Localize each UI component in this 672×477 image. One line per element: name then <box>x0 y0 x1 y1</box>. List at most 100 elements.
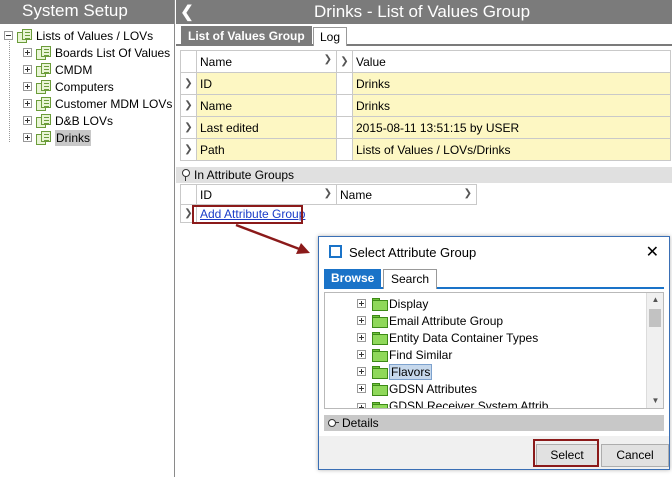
table-header-row: ID ❯ Name ❯ <box>180 184 477 205</box>
collapse-icon[interactable] <box>4 31 13 40</box>
expand-icon[interactable] <box>23 65 32 74</box>
expand-icon[interactable] <box>357 403 366 408</box>
details-section-header[interactable]: Details <box>324 415 664 431</box>
table-row[interactable]: ❯ Name Drinks <box>180 94 671 117</box>
row-header-cell <box>336 138 353 161</box>
lov-icon <box>36 96 52 111</box>
tree-item-label: Flavors <box>389 363 433 380</box>
tab-list-of-values-group[interactable]: List of Values Group <box>181 26 312 46</box>
tree-item-display[interactable]: Display <box>357 295 428 312</box>
folder-icon <box>372 332 388 345</box>
select-attribute-group-dialog: Select Attribute Group ✕ Browse Search D… <box>318 236 670 470</box>
tree-item-boards-list-of-values[interactable]: Boards List Of Values <box>23 44 170 61</box>
property-name: Path <box>196 138 337 161</box>
chevron-left-icon[interactable]: ❮ <box>180 2 194 22</box>
expand-icon[interactable] <box>357 333 366 342</box>
details-label: Details <box>342 416 379 430</box>
tree-item-label: GDSN Attributes <box>389 381 478 396</box>
close-icon[interactable]: ✕ <box>646 242 659 262</box>
folder-icon <box>372 383 388 396</box>
tree-item-customer-mdm-lovs[interactable]: Customer MDM LOVs <box>23 95 172 112</box>
dialog-title-bar[interactable]: Select Attribute Group ✕ <box>319 237 669 267</box>
row-header-cell <box>180 184 197 205</box>
tree-item-cmdm[interactable]: CMDM <box>23 61 92 78</box>
property-value[interactable]: 2015-08-11 13:51:15 by USER <box>352 116 671 139</box>
property-name: Name <box>196 94 337 117</box>
row-header-cell <box>336 94 353 117</box>
expand-icon[interactable] <box>357 367 366 376</box>
expand-icon[interactable] <box>23 48 32 57</box>
row-header-cell <box>336 116 353 139</box>
property-value[interactable]: Drinks <box>352 72 671 95</box>
expand-icon[interactable] <box>23 116 32 125</box>
row-selector[interactable]: ❯ <box>180 94 197 117</box>
tree-item-email-attribute-group[interactable]: Email Attribute Group <box>357 312 503 329</box>
tree-item-label: Drinks <box>55 129 92 146</box>
expand-icon[interactable] <box>23 133 32 142</box>
tree-guide-line <box>9 36 10 142</box>
row-selector[interactable]: ❯ <box>180 72 197 95</box>
folder-icon <box>372 315 388 328</box>
tab-browse[interactable]: Browse <box>324 269 382 289</box>
table-row[interactable]: ❯ ID Drinks <box>180 72 671 95</box>
attribute-groups-section-header[interactable]: In Attribute Groups <box>176 167 672 183</box>
expand-icon[interactable] <box>357 299 366 308</box>
scroll-thumb[interactable] <box>649 309 661 327</box>
column-header-label: Name <box>340 187 373 202</box>
lov-icon <box>36 130 52 145</box>
column-header-name[interactable]: Name ❯ <box>196 50 337 73</box>
lov-icon <box>36 62 52 77</box>
row-selector[interactable]: ❯ <box>180 138 197 161</box>
tree-item-gdsn-attributes[interactable]: GDSN Attributes <box>357 380 477 397</box>
pin-icon[interactable] <box>328 419 339 427</box>
expand-icon[interactable] <box>23 82 32 91</box>
tree-item-entity-data-container-types[interactable]: Entity Data Container Types <box>357 329 538 346</box>
lov-icon <box>36 45 52 60</box>
tree-item-find-similar[interactable]: Find Similar <box>357 346 452 363</box>
table-row[interactable]: ❯ Path Lists of Values / LOVs/Drinks <box>180 138 671 161</box>
tab-log[interactable]: Log <box>313 27 348 46</box>
scroll-up-icon[interactable]: ▲ <box>647 293 663 307</box>
highlight-box <box>533 439 599 467</box>
column-header-name[interactable]: Name ❯ <box>336 184 477 205</box>
tree-item-flavors[interactable]: Flavors <box>357 363 433 380</box>
property-value[interactable]: Lists of Values / LOVs/Drinks <box>352 138 671 161</box>
tree-item-label: Email Attribute Group <box>389 313 504 328</box>
dialog-footer: Select Cancel <box>319 436 669 469</box>
dialog-title: Select Attribute Group <box>349 245 477 260</box>
tree-item-gdsn-receiver[interactable]: GDSN Receiver System Attrib... <box>357 399 559 409</box>
chevron-right-icon: ❯ <box>463 188 472 199</box>
vertical-scrollbar[interactable]: ▲ ▼ <box>646 293 663 408</box>
editor-tabs: List of Values Group Log <box>176 24 672 46</box>
property-value[interactable]: Drinks <box>352 94 671 117</box>
tree-item-lists-of-values[interactable]: Lists of Values / LOVs <box>4 27 153 44</box>
row-header-cell: ❯ <box>336 50 353 73</box>
expand-icon[interactable] <box>357 384 366 393</box>
pin-icon[interactable] <box>181 169 190 181</box>
chevron-right-icon: ❯ <box>323 54 332 65</box>
scroll-down-icon[interactable]: ▼ <box>647 394 663 408</box>
property-name: Last edited <box>196 116 337 139</box>
cancel-button[interactable]: Cancel <box>601 444 669 467</box>
table-row[interactable]: ❯ Last edited 2015-08-11 13:51:15 by USE… <box>180 116 671 139</box>
tree-item-drinks[interactable]: Drinks <box>23 129 92 146</box>
editor-title: Drinks - List of Values Group <box>314 2 531 21</box>
expand-icon[interactable] <box>357 350 366 359</box>
column-header-value[interactable]: Value <box>352 50 671 73</box>
expand-icon[interactable] <box>357 316 366 325</box>
row-selector[interactable]: ❯ <box>180 116 197 139</box>
expand-icon[interactable] <box>23 99 32 108</box>
tree-item-computers[interactable]: Computers <box>23 78 114 95</box>
column-header-id[interactable]: ID ❯ <box>196 184 337 205</box>
window-icon <box>329 245 342 258</box>
tree-item-label: Display <box>389 296 429 311</box>
row-header-cell <box>180 50 197 73</box>
dialog-tabs: Browse Search <box>324 267 664 289</box>
tree-item-label: GDSN Receiver System Attrib... <box>389 399 559 409</box>
tab-search[interactable]: Search <box>383 269 438 289</box>
system-setup-panel: System Setup Lists of Values / LOVs Boar… <box>0 0 175 477</box>
tree-item-dnb-lovs[interactable]: D&B LOVs <box>23 112 113 129</box>
chevron-right-icon: ❯ <box>323 188 332 199</box>
highlight-box <box>192 205 303 224</box>
tree-item-label: Computers <box>55 79 114 94</box>
